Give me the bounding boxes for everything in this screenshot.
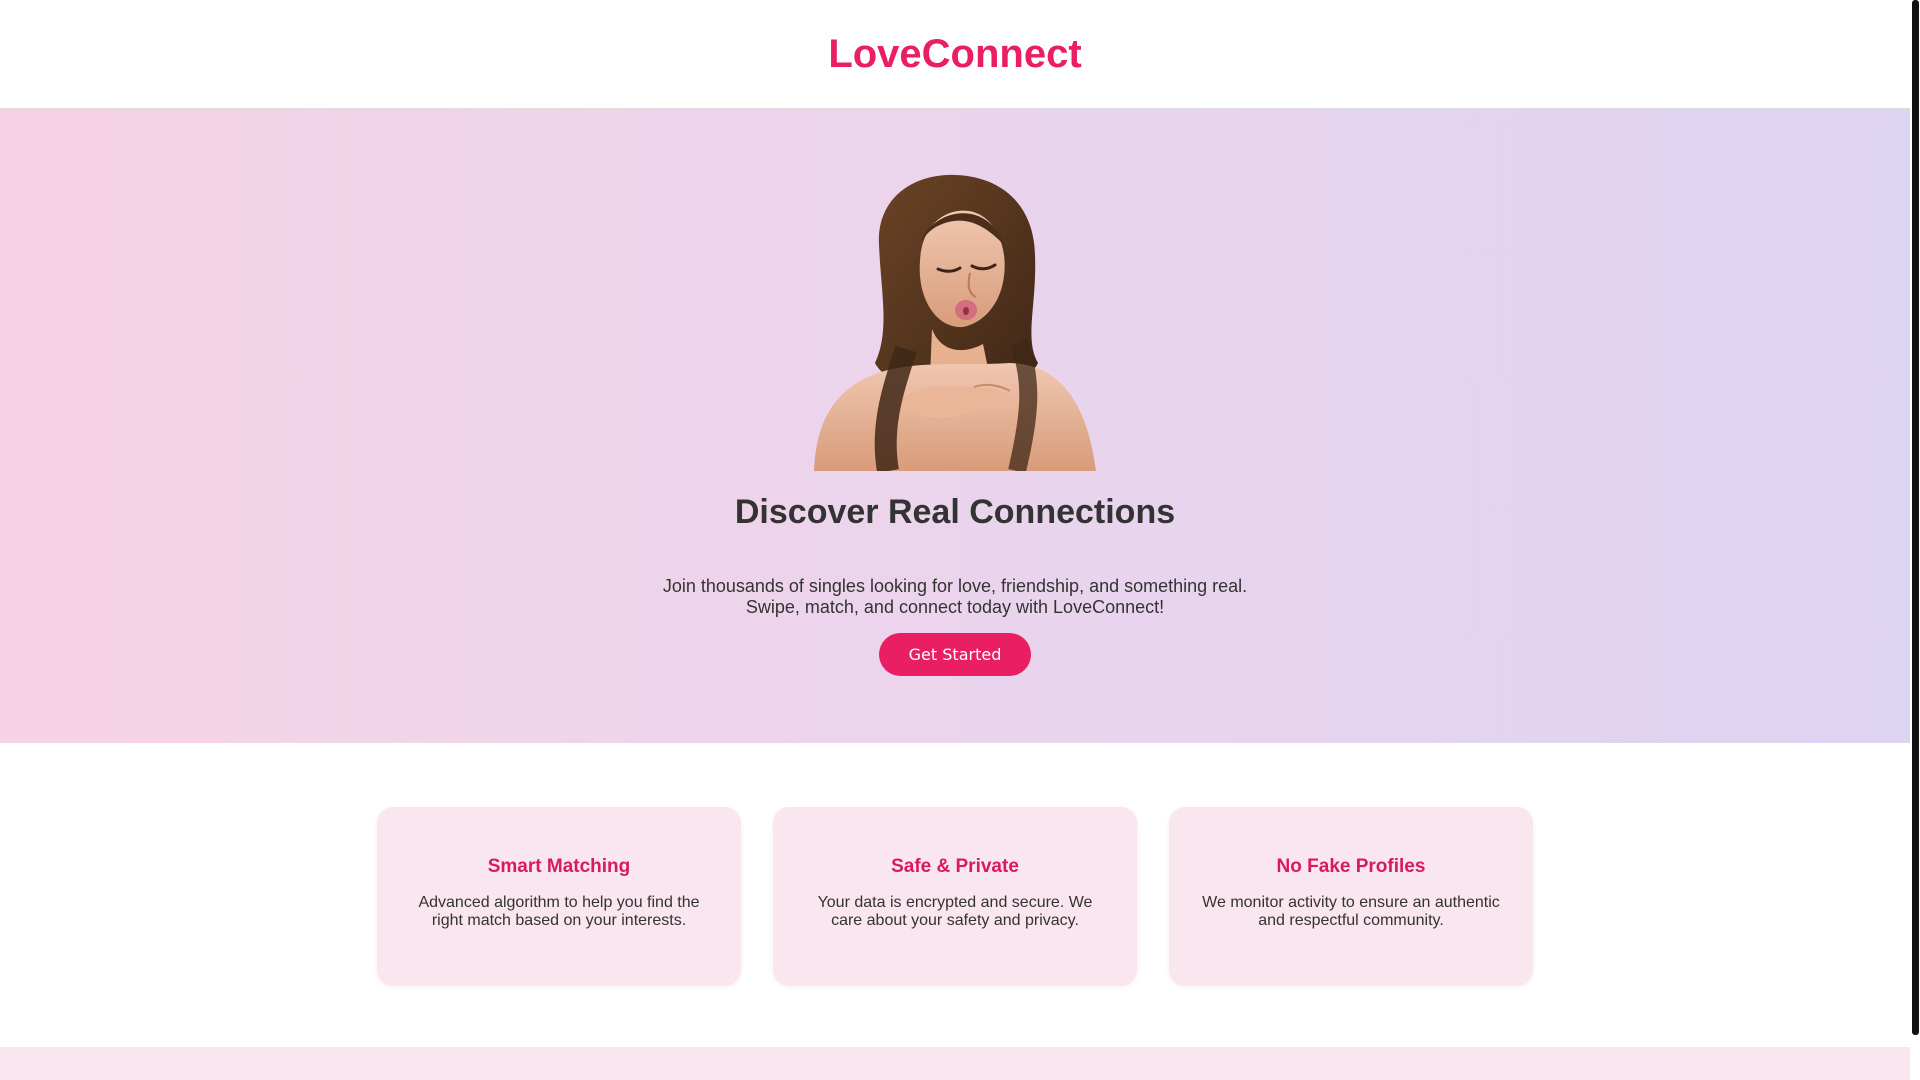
feature-description: Your data is encrypted and secure. We ca… [817, 894, 1093, 929]
hero-title: Discover Real Connections [734, 493, 1176, 531]
site-header: LoveConnect [0, 0, 1910, 109]
feature-title: No Fake Profiles [1276, 856, 1426, 877]
hero-image [814, 173, 1096, 471]
feature-card-safe-private: Safe & Private Your data is encrypted an… [773, 807, 1137, 986]
hero-description-line-2: Swipe, match, and connect today with Lov… [745, 597, 1165, 617]
feature-title: Safe & Private [891, 856, 1019, 877]
footer-strip [0, 1047, 1910, 1080]
hero-description-line-1: Join thousands of singles looking for lo… [662, 576, 1248, 596]
viewport: LoveConnect Discover Real Connections Jo… [0, 0, 1910, 1080]
scrollbar-thumb[interactable] [1912, 0, 1919, 1035]
feature-description: We monitor activity to ensure an authent… [1202, 894, 1500, 929]
hero-section: Discover Real Connections Join thousands… [0, 109, 1910, 743]
feature-card-no-fake-profiles: No Fake Profiles We monitor activity to … [1169, 807, 1533, 986]
brand-logo[interactable]: LoveConnect [828, 32, 1081, 77]
hero-description: Join thousands of singles looking for lo… [635, 576, 1275, 618]
woman-portrait-illustration [814, 174, 1096, 471]
features-section: Smart Matching Advanced algorithm to hel… [0, 743, 1910, 1047]
feature-description: Advanced algorithm to help you find the … [418, 894, 700, 929]
feature-title: Smart Matching [487, 856, 631, 877]
page: LoveConnect Discover Real Connections Jo… [0, 0, 1920, 1080]
feature-card-smart-matching: Smart Matching Advanced algorithm to hel… [377, 807, 741, 986]
get-started-button[interactable]: Get Started [879, 633, 1031, 676]
